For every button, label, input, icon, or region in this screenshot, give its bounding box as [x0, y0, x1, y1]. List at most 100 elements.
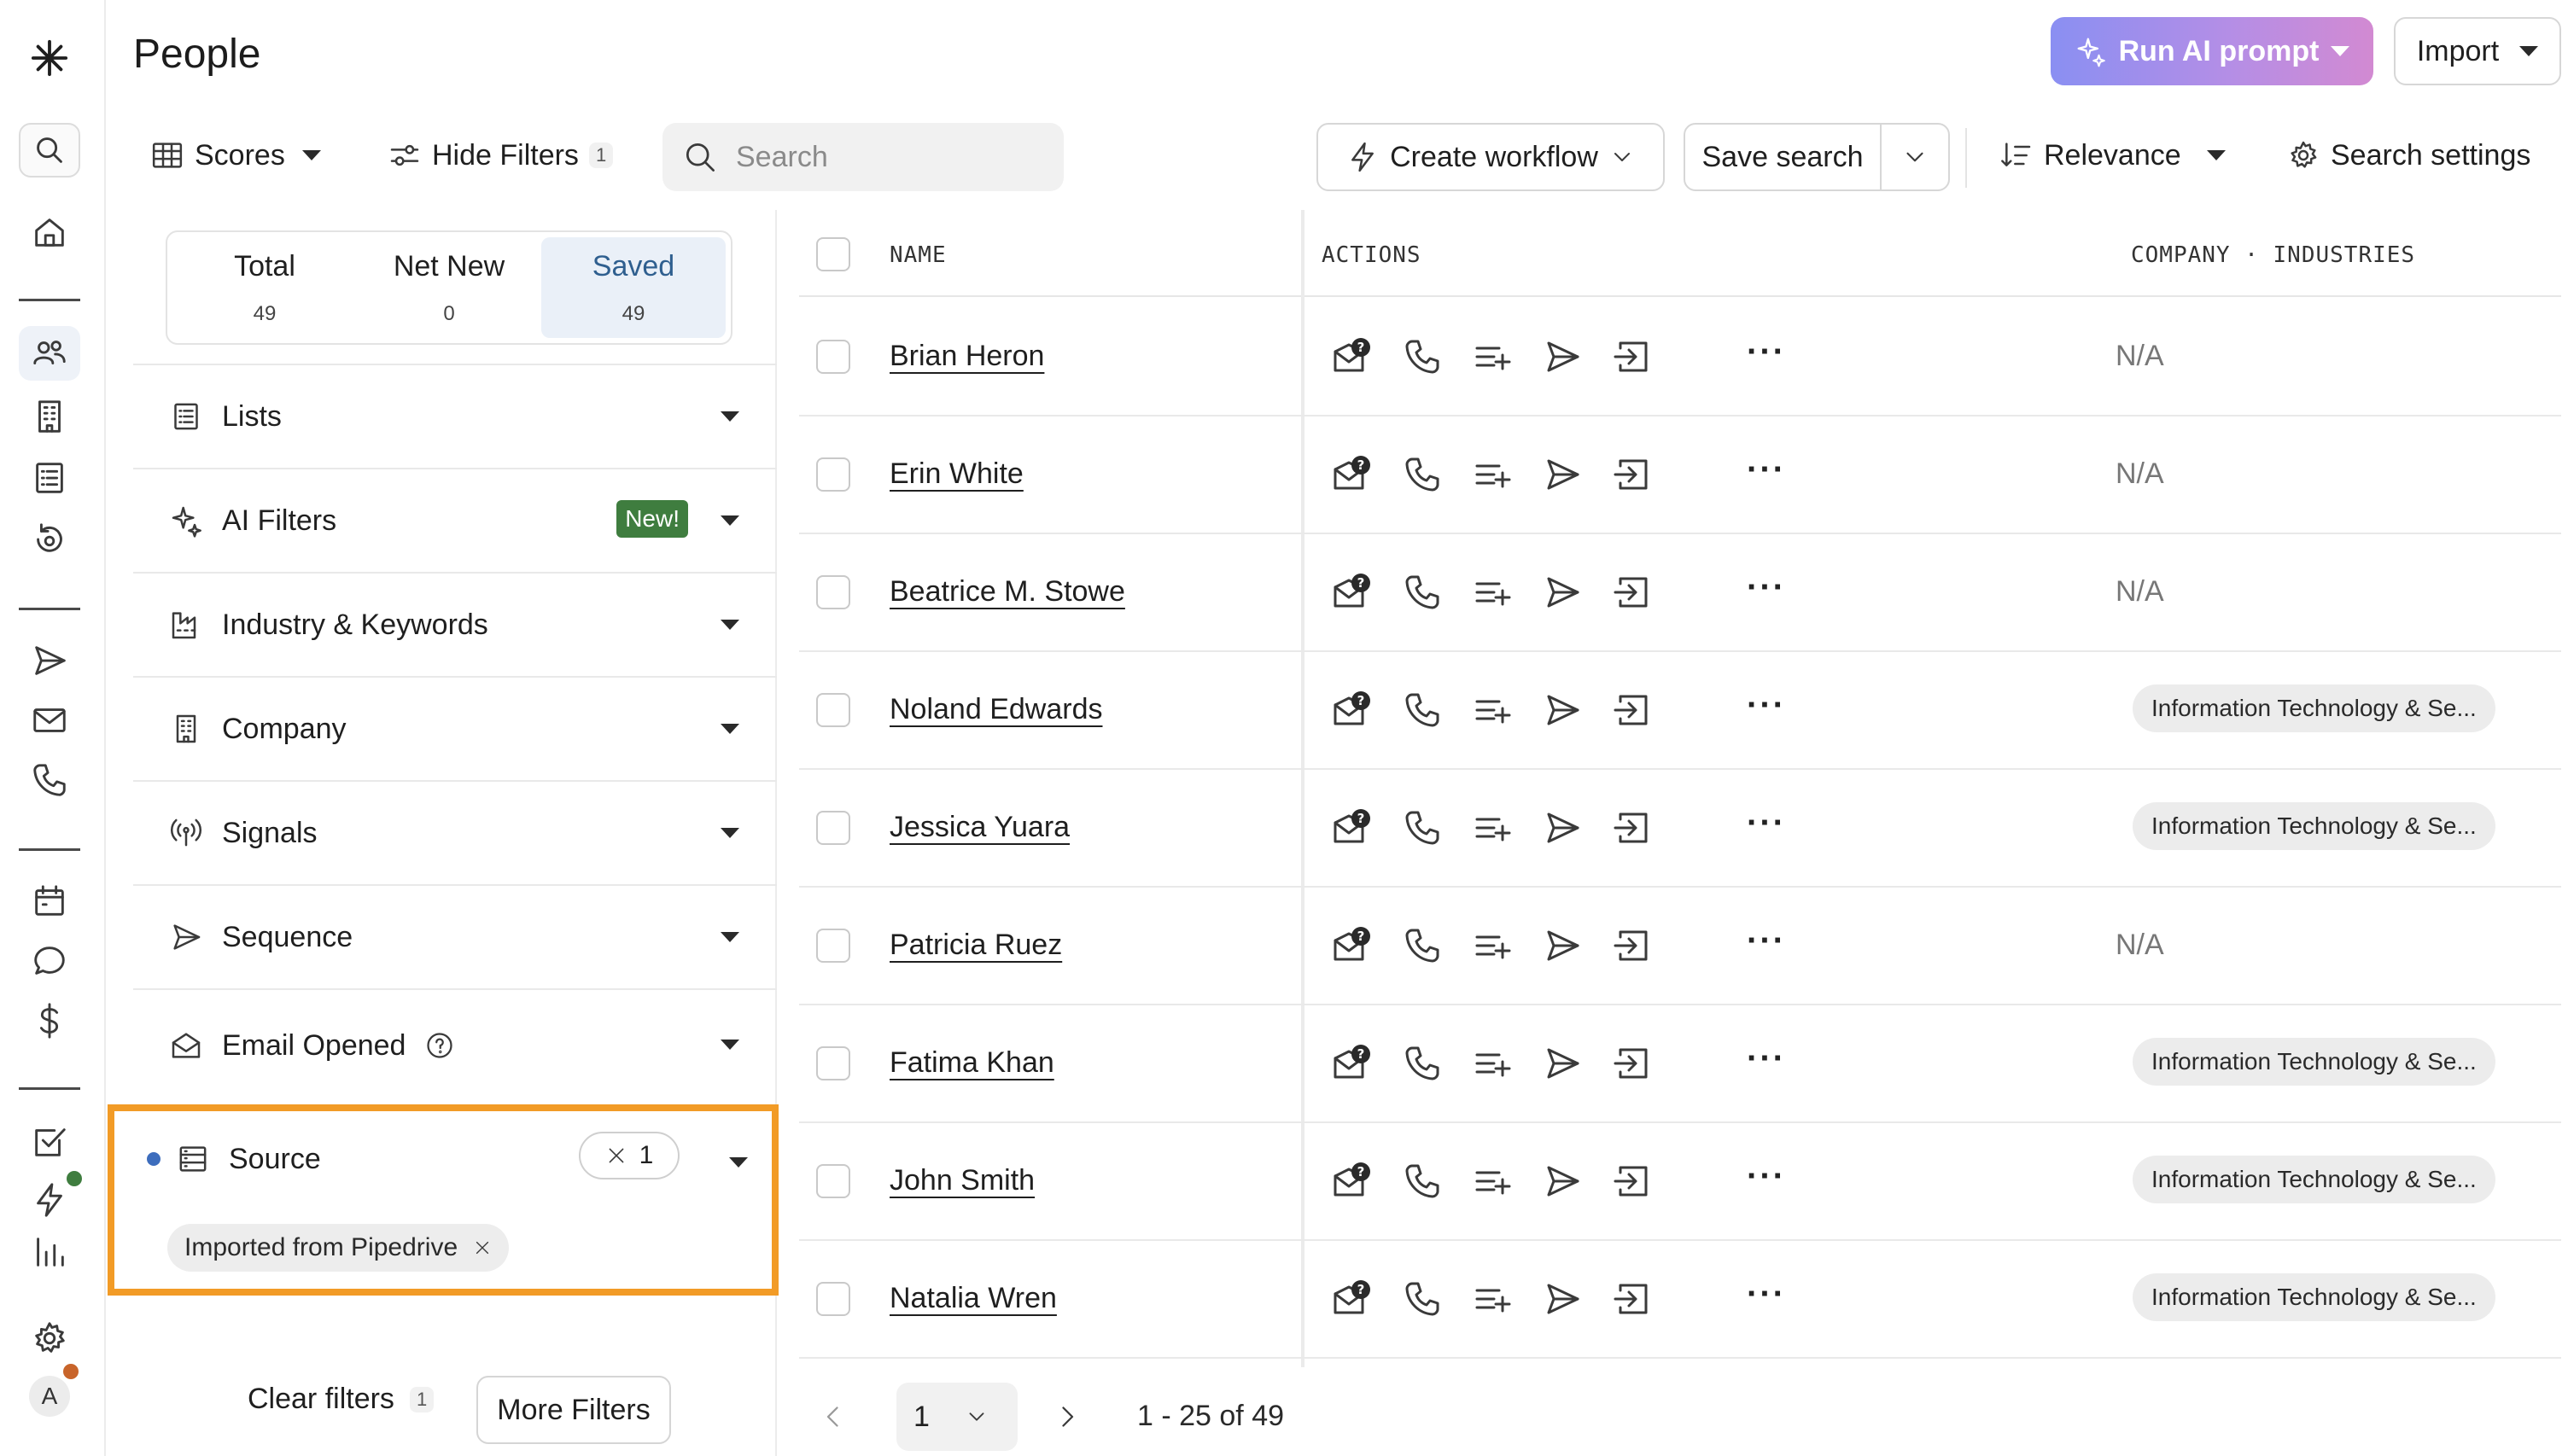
calendar-icon[interactable] — [19, 874, 80, 929]
more-actions-icon[interactable]: ··· — [1747, 804, 1786, 842]
filter-ai-filters[interactable]: AI Filters New! — [133, 468, 777, 572]
export-icon[interactable] — [1612, 690, 1653, 731]
add-to-sequence-icon[interactable] — [1542, 925, 1583, 966]
person-name-link[interactable]: Patricia Ruez — [890, 929, 1062, 962]
relevance-sort-button[interactable]: Relevance — [1999, 138, 2226, 172]
call-icon[interactable] — [1402, 1161, 1443, 1202]
add-to-sequence-icon[interactable] — [1542, 336, 1583, 377]
save-search-button[interactable]: Save search — [1685, 125, 1882, 189]
row-checkbox[interactable] — [816, 811, 850, 845]
help-icon[interactable] — [424, 1030, 455, 1061]
filter-email-opened[interactable]: Email Opened — [133, 988, 777, 1101]
more-actions-icon[interactable]: ··· — [1747, 1275, 1786, 1313]
export-icon[interactable] — [1612, 1278, 1653, 1319]
call-icon[interactable] — [1402, 925, 1443, 966]
row-checkbox[interactable] — [816, 693, 850, 727]
add-to-list-icon[interactable] — [1472, 336, 1513, 377]
filter-signals[interactable]: Signals — [133, 780, 777, 884]
next-page-icon[interactable] — [1052, 1401, 1083, 1432]
call-icon[interactable] — [1402, 807, 1443, 848]
more-actions-icon[interactable]: ··· — [1747, 1040, 1786, 1078]
email-lookup-icon[interactable]: ? — [1332, 572, 1373, 613]
clear-filters-button[interactable]: Clear filters 1 — [248, 1383, 435, 1416]
email-lookup-icon[interactable]: ? — [1332, 690, 1373, 731]
global-search-icon[interactable] — [19, 123, 80, 178]
add-to-list-icon[interactable] — [1472, 807, 1513, 848]
add-to-list-icon[interactable] — [1472, 925, 1513, 966]
row-checkbox[interactable] — [816, 457, 850, 492]
add-to-sequence-icon[interactable] — [1542, 1278, 1583, 1319]
add-to-sequence-icon[interactable] — [1542, 454, 1583, 495]
source-clear-count[interactable]: 1 — [579, 1132, 680, 1179]
search-settings-button[interactable]: Search settings — [2286, 138, 2530, 172]
email-lookup-icon[interactable]: ? — [1332, 454, 1373, 495]
call-icon[interactable] — [1402, 572, 1443, 613]
add-to-sequence-icon[interactable] — [1542, 1161, 1583, 1202]
add-to-list-icon[interactable] — [1472, 572, 1513, 613]
more-actions-icon[interactable]: ··· — [1747, 568, 1786, 607]
email-lookup-icon[interactable]: ? — [1332, 1278, 1373, 1319]
deals-icon[interactable] — [19, 993, 80, 1048]
people-icon[interactable] — [19, 326, 80, 381]
create-workflow-button[interactable]: Create workflow — [1316, 123, 1665, 191]
call-icon[interactable] — [1402, 336, 1443, 377]
more-actions-icon[interactable]: ··· — [1747, 1157, 1786, 1196]
companies-icon[interactable] — [19, 389, 80, 444]
row-checkbox[interactable] — [816, 340, 850, 374]
export-icon[interactable] — [1612, 336, 1653, 377]
email-icon[interactable] — [19, 693, 80, 748]
person-name-link[interactable]: Noland Edwards — [890, 693, 1102, 726]
settings-icon[interactable] — [19, 1311, 80, 1366]
export-icon[interactable] — [1612, 1161, 1653, 1202]
email-lookup-icon[interactable]: ? — [1332, 925, 1373, 966]
search-input[interactable] — [736, 140, 1043, 174]
conversations-icon[interactable] — [19, 934, 80, 988]
stat-net-new[interactable]: Net New 0 — [357, 237, 541, 338]
more-filters-button[interactable]: More Filters — [476, 1376, 671, 1444]
call-icon[interactable] — [1402, 1043, 1443, 1084]
person-name-link[interactable]: Jessica Yuara — [890, 811, 1070, 844]
run-ai-prompt-button[interactable]: Run AI prompt — [2051, 17, 2373, 85]
add-to-list-icon[interactable] — [1472, 1161, 1513, 1202]
import-button[interactable]: Import — [2394, 17, 2561, 85]
filter-industry-keywords[interactable]: Industry & Keywords — [133, 572, 777, 676]
add-to-sequence-icon[interactable] — [1542, 690, 1583, 731]
add-to-sequence-icon[interactable] — [1542, 1043, 1583, 1084]
home-icon[interactable] — [19, 205, 80, 259]
prev-page-icon[interactable] — [818, 1401, 849, 1432]
page-select[interactable]: 1 — [896, 1383, 1018, 1451]
add-to-list-icon[interactable] — [1472, 690, 1513, 731]
hide-filters-button[interactable]: Hide Filters 1 — [388, 138, 614, 172]
row-checkbox[interactable] — [816, 1164, 850, 1198]
scores-button[interactable]: Scores — [150, 138, 321, 172]
email-lookup-icon[interactable]: ? — [1332, 336, 1373, 377]
lists-icon[interactable] — [19, 451, 80, 505]
more-actions-icon[interactable]: ··· — [1747, 451, 1786, 489]
export-icon[interactable] — [1612, 454, 1653, 495]
email-lookup-icon[interactable]: ? — [1332, 807, 1373, 848]
person-name-link[interactable]: Natalia Wren — [890, 1282, 1057, 1315]
remove-chip-icon[interactable] — [473, 1238, 492, 1257]
add-to-list-icon[interactable] — [1472, 1043, 1513, 1084]
person-name-link[interactable]: Brian Heron — [890, 340, 1044, 373]
search-field[interactable] — [662, 123, 1064, 191]
analytics-icon[interactable] — [19, 1232, 80, 1267]
person-name-link[interactable]: Erin White — [890, 457, 1024, 491]
person-name-link[interactable]: Fatima Khan — [890, 1046, 1054, 1080]
stat-total[interactable]: Total 49 — [172, 237, 357, 338]
phone-icon[interactable] — [19, 753, 80, 807]
export-icon[interactable] — [1612, 572, 1653, 613]
add-to-sequence-icon[interactable] — [1542, 807, 1583, 848]
tasks-icon[interactable] — [19, 1115, 80, 1169]
export-icon[interactable] — [1612, 1043, 1653, 1084]
email-lookup-icon[interactable]: ? — [1332, 1161, 1373, 1202]
more-actions-icon[interactable]: ··· — [1747, 922, 1786, 960]
chevron-down-icon[interactable] — [729, 1157, 748, 1168]
person-name-link[interactable]: Beatrice M. Stowe — [890, 575, 1125, 609]
more-actions-icon[interactable]: ··· — [1747, 686, 1786, 725]
export-icon[interactable] — [1612, 925, 1653, 966]
row-checkbox[interactable] — [816, 575, 850, 609]
filter-lists[interactable]: Lists — [133, 364, 777, 468]
select-all-checkbox[interactable] — [816, 237, 850, 271]
filter-sequence[interactable]: Sequence — [133, 884, 777, 988]
